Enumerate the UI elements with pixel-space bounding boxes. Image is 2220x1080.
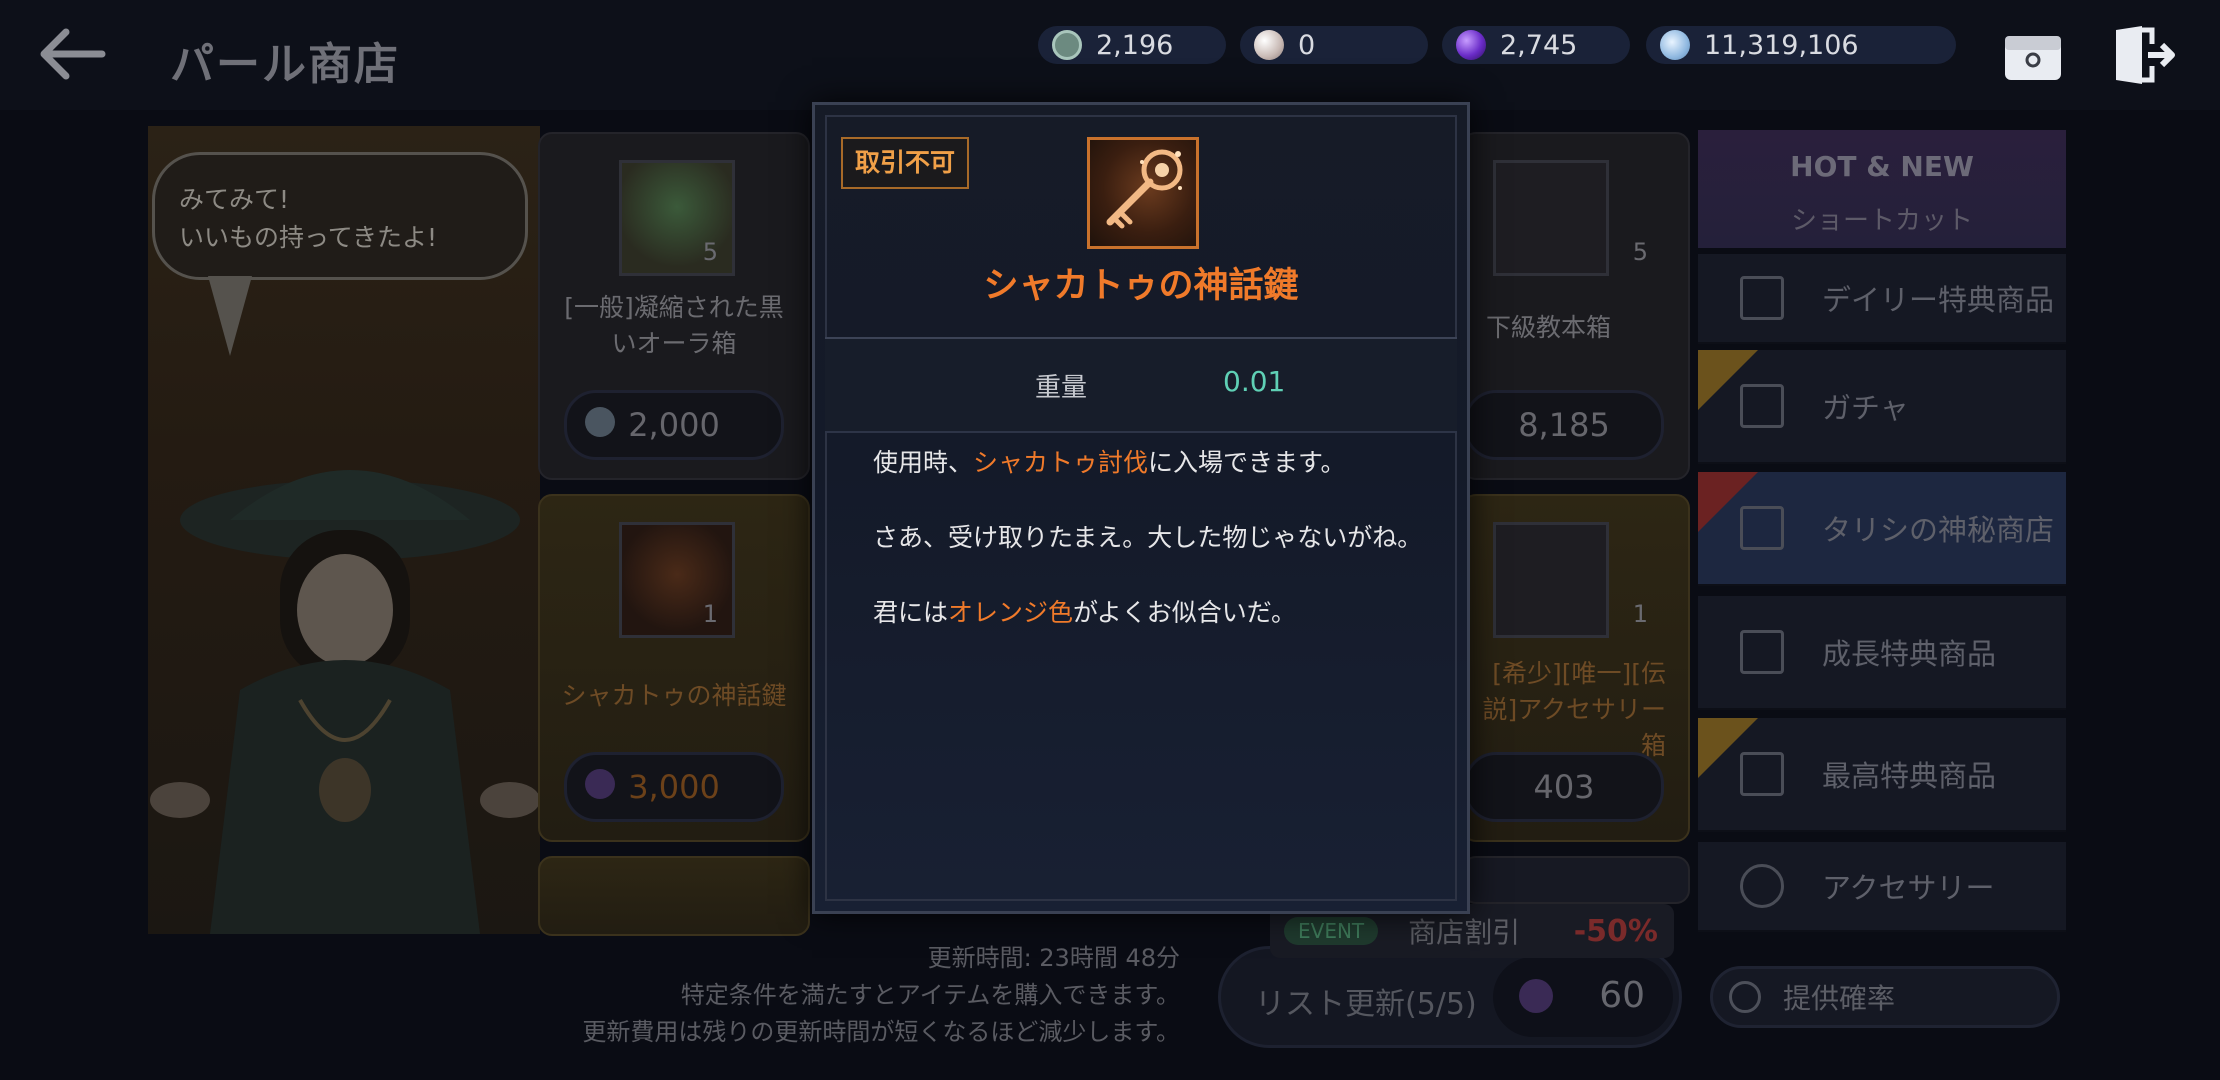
description-line-1: 使用時、シャカトゥ討伐に入場できます。 <box>873 443 1427 483</box>
shop-card-aura-box[interactable]: 5 [一般]凝縮された黒いオーラ箱 2,000 <box>538 132 810 480</box>
sidebar-item-daily[interactable]: デイリー特典商品 <box>1698 254 2066 344</box>
refresh-cost: 60 <box>1493 957 1673 1037</box>
desc-text: に入場できます。 <box>1148 448 1346 477</box>
back-arrow-icon[interactable] <box>36 24 106 84</box>
card-price-button[interactable]: 3,000 <box>564 752 784 822</box>
desc-highlight: シャカトゥ討伐 <box>973 448 1149 477</box>
sidebar-item-label: アクセサリー <box>1822 871 1995 905</box>
shop-card-partial[interactable] <box>538 856 810 936</box>
gift-box-icon <box>1740 630 1784 674</box>
description-line-2: さあ、受け取りたまえ。大した物じゃないがね。 <box>873 523 1423 552</box>
refresh-note-2: 更新費用は残りの更新時間が短くなるほど減少します。 <box>582 1018 1180 1046</box>
currency-pearl-value: 0 <box>1298 29 1316 61</box>
weight-label: 重量 <box>1035 373 1088 403</box>
weight-row: 重量 0.01 <box>825 339 1457 433</box>
npc-speech-bubble: みてみて! いいもの持ってきたよ! <box>152 152 528 280</box>
chest-thumbnail <box>1493 160 1609 276</box>
key-icon <box>1106 149 1183 229</box>
sidebar-item-growth[interactable]: 成長特典商品 <box>1698 596 2066 710</box>
silver-coin-icon <box>585 407 615 437</box>
item-name: シャカトゥの神話鍵 <box>983 266 1299 306</box>
sidebar-item-label: 最高特典商品 <box>1822 759 1997 793</box>
currency-silver: 11,319,106 <box>1646 26 1956 64</box>
item-detail-popup[interactable]: 取引不可 シャカトゥの神話鍵 重量 0.01 使用時、シャカトゥ討伐に入場できま… <box>812 102 1470 914</box>
event-pill: EVENT <box>1284 917 1379 945</box>
card-name: [一般]凝縮された黒いオーラ箱 <box>564 293 784 358</box>
currency-orb: 2,745 <box>1442 26 1630 64</box>
desc-highlight: オレンジ色 <box>948 598 1074 627</box>
silver-coin-icon <box>1660 30 1690 60</box>
card-name: シャカトゥの神話鍵 <box>561 681 787 710</box>
currency-pearl: 0 <box>1240 26 1428 64</box>
divider <box>825 431 1457 433</box>
page-title: パール商店 <box>170 39 400 90</box>
sidebar-item-gacha[interactable]: ガチャ <box>1698 350 2066 464</box>
currency-gem-value: 2,196 <box>1096 29 1174 61</box>
hot-ribbon <box>1698 472 1758 532</box>
speech-line-2: いいもの持ってきたよ! <box>179 223 438 252</box>
refresh-cost-value: 60 <box>1599 975 1645 1016</box>
card-price-button[interactable]: 403 <box>1464 752 1664 822</box>
list-refresh-button[interactable]: リスト更新(5/5) 60 <box>1218 946 1682 1048</box>
card-price-value: 403 <box>1533 768 1595 806</box>
accessory-box-thumbnail <box>1493 522 1609 638</box>
card-name: [希少][唯一][伝説]アクセサリー箱 <box>1482 659 1666 760</box>
bag-icon[interactable] <box>2002 26 2064 84</box>
new-ribbon <box>1698 718 1758 778</box>
shop-card-textbook-box[interactable]: 5 下級教本箱 8,185 <box>1462 132 1690 480</box>
card-name: 下級教本箱 <box>1486 313 1612 342</box>
hot-new-title: HOT & NEW <box>1790 150 1974 183</box>
card-price-value: 3,000 <box>628 768 720 806</box>
shop-card-partial[interactable] <box>1462 856 1690 904</box>
sidebar-item-talisi-shop[interactable]: タリシの神秘商店 <box>1698 472 2066 586</box>
speech-bubble-tail <box>208 276 252 356</box>
purple-orb-icon <box>585 769 615 799</box>
sidebar-item-accessory[interactable]: アクセサリー <box>1698 842 2066 932</box>
card-price-button[interactable]: 2,000 <box>564 390 784 460</box>
currency-orb-value: 2,745 <box>1500 29 1578 61</box>
probability-label: 提供確率 <box>1783 982 1896 1015</box>
refresh-note-1: 特定条件を満たすとアイテムを購入できます。 <box>680 981 1180 1009</box>
desc-text: がよくお似合いだ。 <box>1073 598 1297 627</box>
currency-gem: 2,196 <box>1038 26 1226 64</box>
card-price-value: 8,185 <box>1518 406 1610 444</box>
sidebar-item-label: デイリー特典商品 <box>1822 283 2055 317</box>
event-discount: -50% <box>1573 913 1658 949</box>
sidebar-item-premium[interactable]: 最高特典商品 <box>1698 718 2066 832</box>
gem-hexagon-icon <box>1052 30 1082 60</box>
sidebar-item-label: ガチャ <box>1822 391 1909 425</box>
weight-value: 0.01 <box>1223 365 1286 398</box>
witch-npc-illustration <box>150 470 540 934</box>
hot-new-subtitle: ショートカット <box>1790 206 1973 236</box>
purple-orb-icon <box>1519 979 1553 1013</box>
sidebar-item-label: 成長特典商品 <box>1822 637 1997 671</box>
pearl-icon <box>1254 30 1284 60</box>
card-price-button[interactable]: 8,185 <box>1464 390 1664 460</box>
description-line-3: 君にはオレンジ色がよくお似合いだ。 <box>873 593 1427 633</box>
desc-text: 君には <box>873 598 949 627</box>
card-price-value: 2,000 <box>628 406 720 444</box>
currency-silver-value: 11,319,106 <box>1704 29 1859 61</box>
exit-door-icon[interactable] <box>2112 24 2176 86</box>
refresh-info: 更新時間: 23時間 48分 特定条件を満たすとアイテムを購入できます。 更新費… <box>540 940 1180 1051</box>
desc-text: 使用時、 <box>873 448 974 477</box>
untradeable-badge: 取引不可 <box>841 137 970 189</box>
sidebar-item-label: タリシの神秘商店 <box>1822 513 2055 547</box>
refresh-time: 更新時間: 23時間 48分 <box>927 944 1180 972</box>
purple-orb-icon <box>1456 30 1486 60</box>
shop-card-accessory-box[interactable]: 1 [希少][唯一][伝説]アクセサリー箱 403 <box>1462 494 1690 842</box>
hot-new-header: HOT & NEW ショートカット <box>1698 130 2066 248</box>
info-icon <box>1729 981 1761 1013</box>
new-ribbon <box>1698 350 1758 410</box>
refresh-label: リスト更新(5/5) <box>1255 987 1477 1022</box>
event-name: 商店割引 <box>1408 916 1521 949</box>
calendar-icon <box>1740 276 1784 320</box>
item-description: 使用時、シャカトゥ討伐に入場できます。 さあ、受け取りたまえ。大した物じゃないが… <box>873 443 1427 668</box>
probability-button[interactable]: 提供確率 <box>1710 966 2060 1028</box>
ring-icon <box>1740 864 1784 908</box>
myth-key-item-icon <box>1087 137 1199 249</box>
speech-line-1: みてみて! <box>179 185 290 214</box>
shop-card-myth-key[interactable]: 1 シャカトゥの神話鍵 3,000 <box>538 494 810 842</box>
